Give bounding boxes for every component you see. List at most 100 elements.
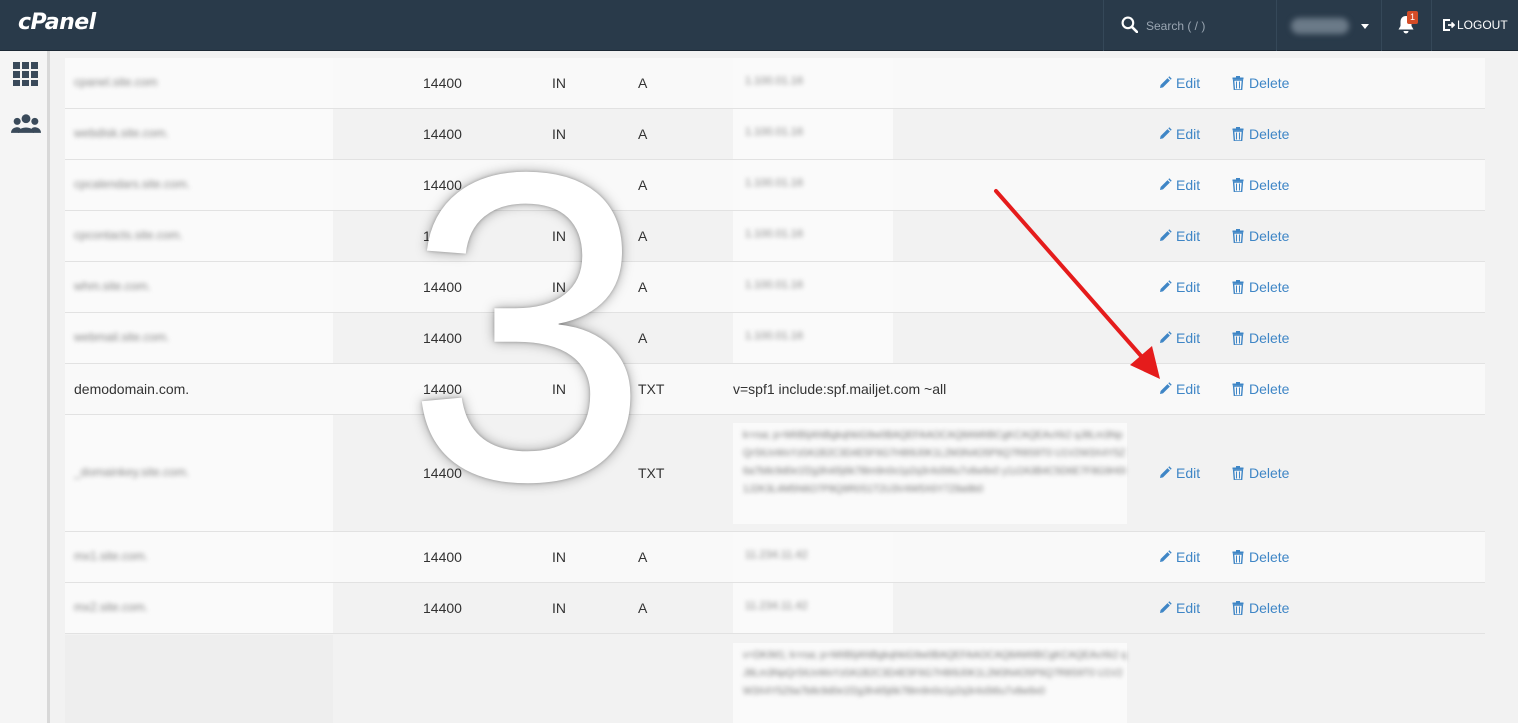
delete-button[interactable]: Delete xyxy=(1231,177,1289,193)
edit-label: Edit xyxy=(1176,75,1201,91)
edit-label: Edit xyxy=(1176,279,1201,295)
record-ttl: 14400 xyxy=(423,126,462,142)
delete-button[interactable]: Delete xyxy=(1231,465,1289,481)
trash-icon xyxy=(1232,76,1244,90)
record-class: IN xyxy=(552,549,566,565)
trash-icon xyxy=(1232,550,1244,564)
record-name: webmail.site.com. xyxy=(74,330,170,344)
search-icon xyxy=(1121,16,1138,33)
record-type: A xyxy=(638,330,648,346)
edit-button[interactable]: Edit xyxy=(1158,126,1200,142)
record-ttl: 14400 xyxy=(423,465,462,481)
record-value: 11.234.11.42 xyxy=(745,549,808,561)
edit-label: Edit xyxy=(1176,549,1201,565)
pencil-icon xyxy=(1160,76,1172,88)
delete-button[interactable]: Delete xyxy=(1231,549,1289,565)
record-ttl: 14400 xyxy=(423,600,462,616)
record-type: A xyxy=(638,549,648,565)
search-input[interactable] xyxy=(1146,16,1266,36)
delete-button[interactable]: Delete xyxy=(1231,75,1289,91)
trash-icon xyxy=(1232,331,1244,345)
record-type: A xyxy=(638,600,648,616)
edit-button[interactable]: Edit xyxy=(1158,279,1200,295)
edit-button[interactable]: Edit xyxy=(1158,330,1200,346)
delete-button[interactable]: Delete xyxy=(1231,330,1289,346)
grid-icon[interactable] xyxy=(11,61,41,87)
table-row: webdisk.site.com. 14400 IN A 1.100.01.16 Edit… xyxy=(65,109,1485,160)
notifications-button[interactable]: 1 xyxy=(1381,0,1431,51)
record-type: TXT xyxy=(638,465,665,481)
record-class: IN xyxy=(552,465,566,481)
delete-button[interactable]: Delete xyxy=(1231,600,1289,616)
record-class: IN xyxy=(552,381,566,397)
table-row: cpcalendars.site.com. 14400 IN A 1.100.01.16… xyxy=(65,160,1485,211)
record-ttl: 14400 xyxy=(423,228,462,244)
record-value: k=rsa; p=MIIBIjANBgkqhkiG9w0BAQEFAAOCAQ8… xyxy=(743,430,1127,495)
edit-button[interactable]: Edit xyxy=(1158,75,1200,91)
pencil-icon xyxy=(1160,127,1172,139)
redacted-area xyxy=(65,635,333,723)
chevron-down-icon xyxy=(1361,24,1369,29)
edit-button[interactable]: Edit xyxy=(1158,600,1200,616)
record-class: IN xyxy=(552,228,566,244)
trash-icon xyxy=(1232,466,1244,480)
edit-button[interactable]: Edit xyxy=(1158,228,1200,244)
edit-label: Edit xyxy=(1176,177,1201,193)
record-type: A xyxy=(638,177,648,193)
record-ttl: 14400 xyxy=(423,177,462,193)
search-box[interactable] xyxy=(1103,0,1276,51)
logout-button[interactable]: LOGOUT xyxy=(1431,0,1518,51)
record-value: 1.100.01.16 xyxy=(745,75,804,87)
sidebar xyxy=(0,51,50,723)
delete-label: Delete xyxy=(1249,228,1290,244)
record-class: IN xyxy=(552,279,566,295)
trash-icon xyxy=(1232,280,1244,294)
edit-button[interactable]: Edit xyxy=(1158,381,1200,397)
pencil-icon xyxy=(1160,331,1172,343)
delete-button[interactable]: Delete xyxy=(1231,381,1289,397)
table-row: whm.site.com. 14400 IN A 1.100.01.16 Edit Dele… xyxy=(65,262,1485,313)
pencil-icon xyxy=(1160,601,1172,613)
edit-label: Edit xyxy=(1176,465,1201,481)
delete-button[interactable]: Delete xyxy=(1231,228,1289,244)
table-row: mx1.site.com. 14400 IN A 11.234.11.42 Edit Del… xyxy=(65,532,1485,583)
record-class: IN xyxy=(552,126,566,142)
edit-label: Edit xyxy=(1176,228,1201,244)
record-ttl: 14400 xyxy=(423,549,462,565)
notification-badge: 1 xyxy=(1407,11,1418,24)
user-menu[interactable]: username xyxy=(1276,0,1380,51)
trash-icon xyxy=(1232,178,1244,192)
delete-button[interactable]: Delete xyxy=(1231,279,1289,295)
edit-button[interactable]: Edit xyxy=(1158,465,1200,481)
table-row: _domainkey.site.com. 14400 IN TXT k=rsa; p=M… xyxy=(65,415,1485,532)
pencil-icon xyxy=(1160,466,1172,478)
delete-button[interactable]: Delete xyxy=(1231,126,1289,142)
record-name: whm.site.com. xyxy=(74,279,151,293)
record-name: cpcalendars.site.com. xyxy=(74,177,191,191)
record-value: 1.100.01.16 xyxy=(745,279,804,291)
trash-icon xyxy=(1232,601,1244,615)
record-type: A xyxy=(638,126,648,142)
pencil-icon xyxy=(1160,229,1172,241)
delete-label: Delete xyxy=(1249,549,1290,565)
dns-records-table: cpanel.site.com 14400 IN A 1.100.01.16 Edit De… xyxy=(65,51,1485,723)
record-type: A xyxy=(638,75,648,91)
table-row: demodomain.com. 14400 IN TXT v=spf1 include:… xyxy=(65,364,1485,415)
logout-label: LOGOUT xyxy=(1457,18,1508,32)
table-row: mx2.site.com. 14400 IN A 11.234.11.42 Edit Del… xyxy=(65,583,1485,634)
record-ttl: 14400 xyxy=(423,75,462,91)
record-name: mx2.site.com. xyxy=(74,600,149,614)
edit-button[interactable]: Edit xyxy=(1158,177,1200,193)
cpanel-logo[interactable]: cPanel xyxy=(18,10,96,35)
delete-label: Delete xyxy=(1249,126,1290,142)
record-value: v=spf1 include:spf.mailjet.com ~all xyxy=(733,381,947,397)
trash-icon xyxy=(1232,382,1244,396)
users-icon[interactable] xyxy=(11,111,41,137)
user-name[interactable]: username xyxy=(1291,18,1349,34)
record-type: A xyxy=(638,279,648,295)
table-row: cpcontacts.site.com. 14400 IN A 1.100.01.16 E… xyxy=(65,211,1485,262)
edit-button[interactable]: Edit xyxy=(1158,549,1200,565)
trash-icon xyxy=(1232,127,1244,141)
record-name: cpanel.site.com xyxy=(74,75,158,89)
record-name: cpcontacts.site.com. xyxy=(74,228,183,242)
